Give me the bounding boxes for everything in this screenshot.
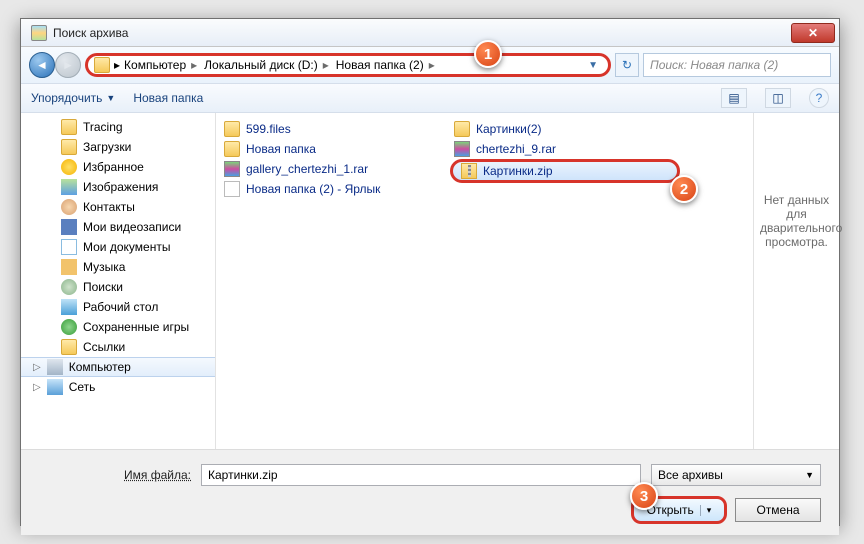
- file-item[interactable]: Новая папка: [220, 139, 450, 159]
- document-icon: [61, 239, 77, 255]
- filetype-combo[interactable]: Все архивы▼: [651, 464, 821, 486]
- rar-icon: [454, 141, 470, 157]
- folder-icon: [94, 57, 110, 73]
- file-item-selected[interactable]: Картинки.zip: [450, 159, 680, 183]
- game-icon: [61, 319, 77, 335]
- rar-icon: [224, 161, 240, 177]
- file-item[interactable]: Картинки(2): [450, 119, 680, 139]
- file-item[interactable]: gallery_chertezhi_1.rar: [220, 159, 450, 179]
- image-icon: [61, 179, 77, 195]
- shortcut-icon: [224, 181, 240, 197]
- sidebar-item-mydocs[interactable]: Мои документы: [21, 237, 215, 257]
- sidebar-item-images[interactable]: Изображения: [21, 177, 215, 197]
- titlebar: Поиск архива ✕: [21, 19, 839, 47]
- sidebar-item-downloads[interactable]: Загрузки: [21, 137, 215, 157]
- content-area: Tracing Загрузки Избранное Изображения К…: [21, 113, 839, 449]
- refresh-button[interactable]: ↻: [615, 53, 639, 77]
- sidebar-item-music[interactable]: Музыка: [21, 257, 215, 277]
- sidebar: Tracing Загрузки Избранное Изображения К…: [21, 113, 216, 449]
- desktop-icon: [61, 299, 77, 315]
- bottom-bar: Имя файла: Все архивы▼ Открыть ▾ Отмена: [21, 449, 839, 535]
- breadcrumb-folder[interactable]: Новая папка (2)▸: [336, 58, 438, 72]
- callout-3: 3: [630, 482, 658, 510]
- folder-icon: [224, 121, 240, 137]
- cancel-button[interactable]: Отмена: [735, 498, 821, 522]
- sidebar-item-tracing[interactable]: Tracing: [21, 117, 215, 137]
- folder-icon: [61, 339, 77, 355]
- preview-pane: Нет данных для дварительного просмотра.: [753, 113, 839, 449]
- open-dialog: Поиск архива ✕ ◄ ► ▸ Компьютер▸ Локальны…: [20, 18, 840, 526]
- chevron-right-icon: ▸: [114, 58, 120, 72]
- folder-icon: [61, 139, 77, 155]
- app-icon: [31, 25, 47, 41]
- callout-1: 1: [474, 40, 502, 68]
- folder-icon: [454, 121, 470, 137]
- toolbar: Упорядочить ▼ Новая папка ▤ ◫ ?: [21, 83, 839, 113]
- sidebar-item-contacts[interactable]: Контакты: [21, 197, 215, 217]
- address-bar[interactable]: ▸ Компьютер▸ Локальный диск (D:)▸ Новая …: [85, 53, 611, 77]
- nav-back-button[interactable]: ◄: [29, 52, 55, 78]
- folder-icon: [224, 141, 240, 157]
- nav-forward-button[interactable]: ►: [55, 52, 81, 78]
- filename-label: Имя файла:: [124, 468, 191, 482]
- star-icon: [61, 159, 77, 175]
- folder-icon: [61, 119, 77, 135]
- breadcrumb-drive[interactable]: Локальный диск (D:)▸: [204, 58, 332, 72]
- sidebar-item-favorites[interactable]: Избранное: [21, 157, 215, 177]
- callout-2: 2: [670, 175, 698, 203]
- nav-row: ◄ ► ▸ Компьютер▸ Локальный диск (D:)▸ Но…: [21, 47, 839, 83]
- sidebar-item-desktop[interactable]: Рабочий стол: [21, 297, 215, 317]
- sidebar-item-network[interactable]: ▷Сеть: [21, 377, 215, 397]
- filename-input[interactable]: [201, 464, 641, 486]
- sidebar-item-computer[interactable]: ▷Компьютер: [21, 357, 215, 377]
- computer-icon: [47, 359, 63, 375]
- zip-icon: [461, 163, 477, 179]
- search-input[interactable]: Поиск: Новая папка (2): [643, 53, 831, 77]
- preview-pane-button[interactable]: ◫: [765, 88, 791, 108]
- sidebar-item-links[interactable]: Ссылки: [21, 337, 215, 357]
- file-item[interactable]: 599.files: [220, 119, 450, 139]
- sidebar-item-myvideos[interactable]: Мои видеозаписи: [21, 217, 215, 237]
- breadcrumb-computer[interactable]: Компьютер▸: [124, 58, 200, 72]
- sidebar-item-searches[interactable]: Поиски: [21, 277, 215, 297]
- sidebar-item-savedgames[interactable]: Сохраненные игры: [21, 317, 215, 337]
- file-item[interactable]: chertezhi_9.rar: [450, 139, 680, 159]
- person-icon: [61, 199, 77, 215]
- file-item[interactable]: Новая папка (2) - Ярлык: [220, 179, 450, 199]
- address-dropdown-icon[interactable]: ▼: [584, 60, 602, 71]
- file-list: 599.files Новая папка gallery_chertezhi_…: [216, 113, 753, 449]
- close-button[interactable]: ✕: [791, 23, 835, 43]
- search-icon: [61, 279, 77, 295]
- view-mode-button[interactable]: ▤: [721, 88, 747, 108]
- video-icon: [61, 219, 77, 235]
- newfolder-button[interactable]: Новая папка: [133, 91, 203, 105]
- organize-button[interactable]: Упорядочить ▼: [31, 91, 115, 105]
- window-title: Поиск архива: [53, 26, 791, 40]
- help-button[interactable]: ?: [809, 88, 829, 108]
- music-icon: [61, 259, 77, 275]
- network-icon: [47, 379, 63, 395]
